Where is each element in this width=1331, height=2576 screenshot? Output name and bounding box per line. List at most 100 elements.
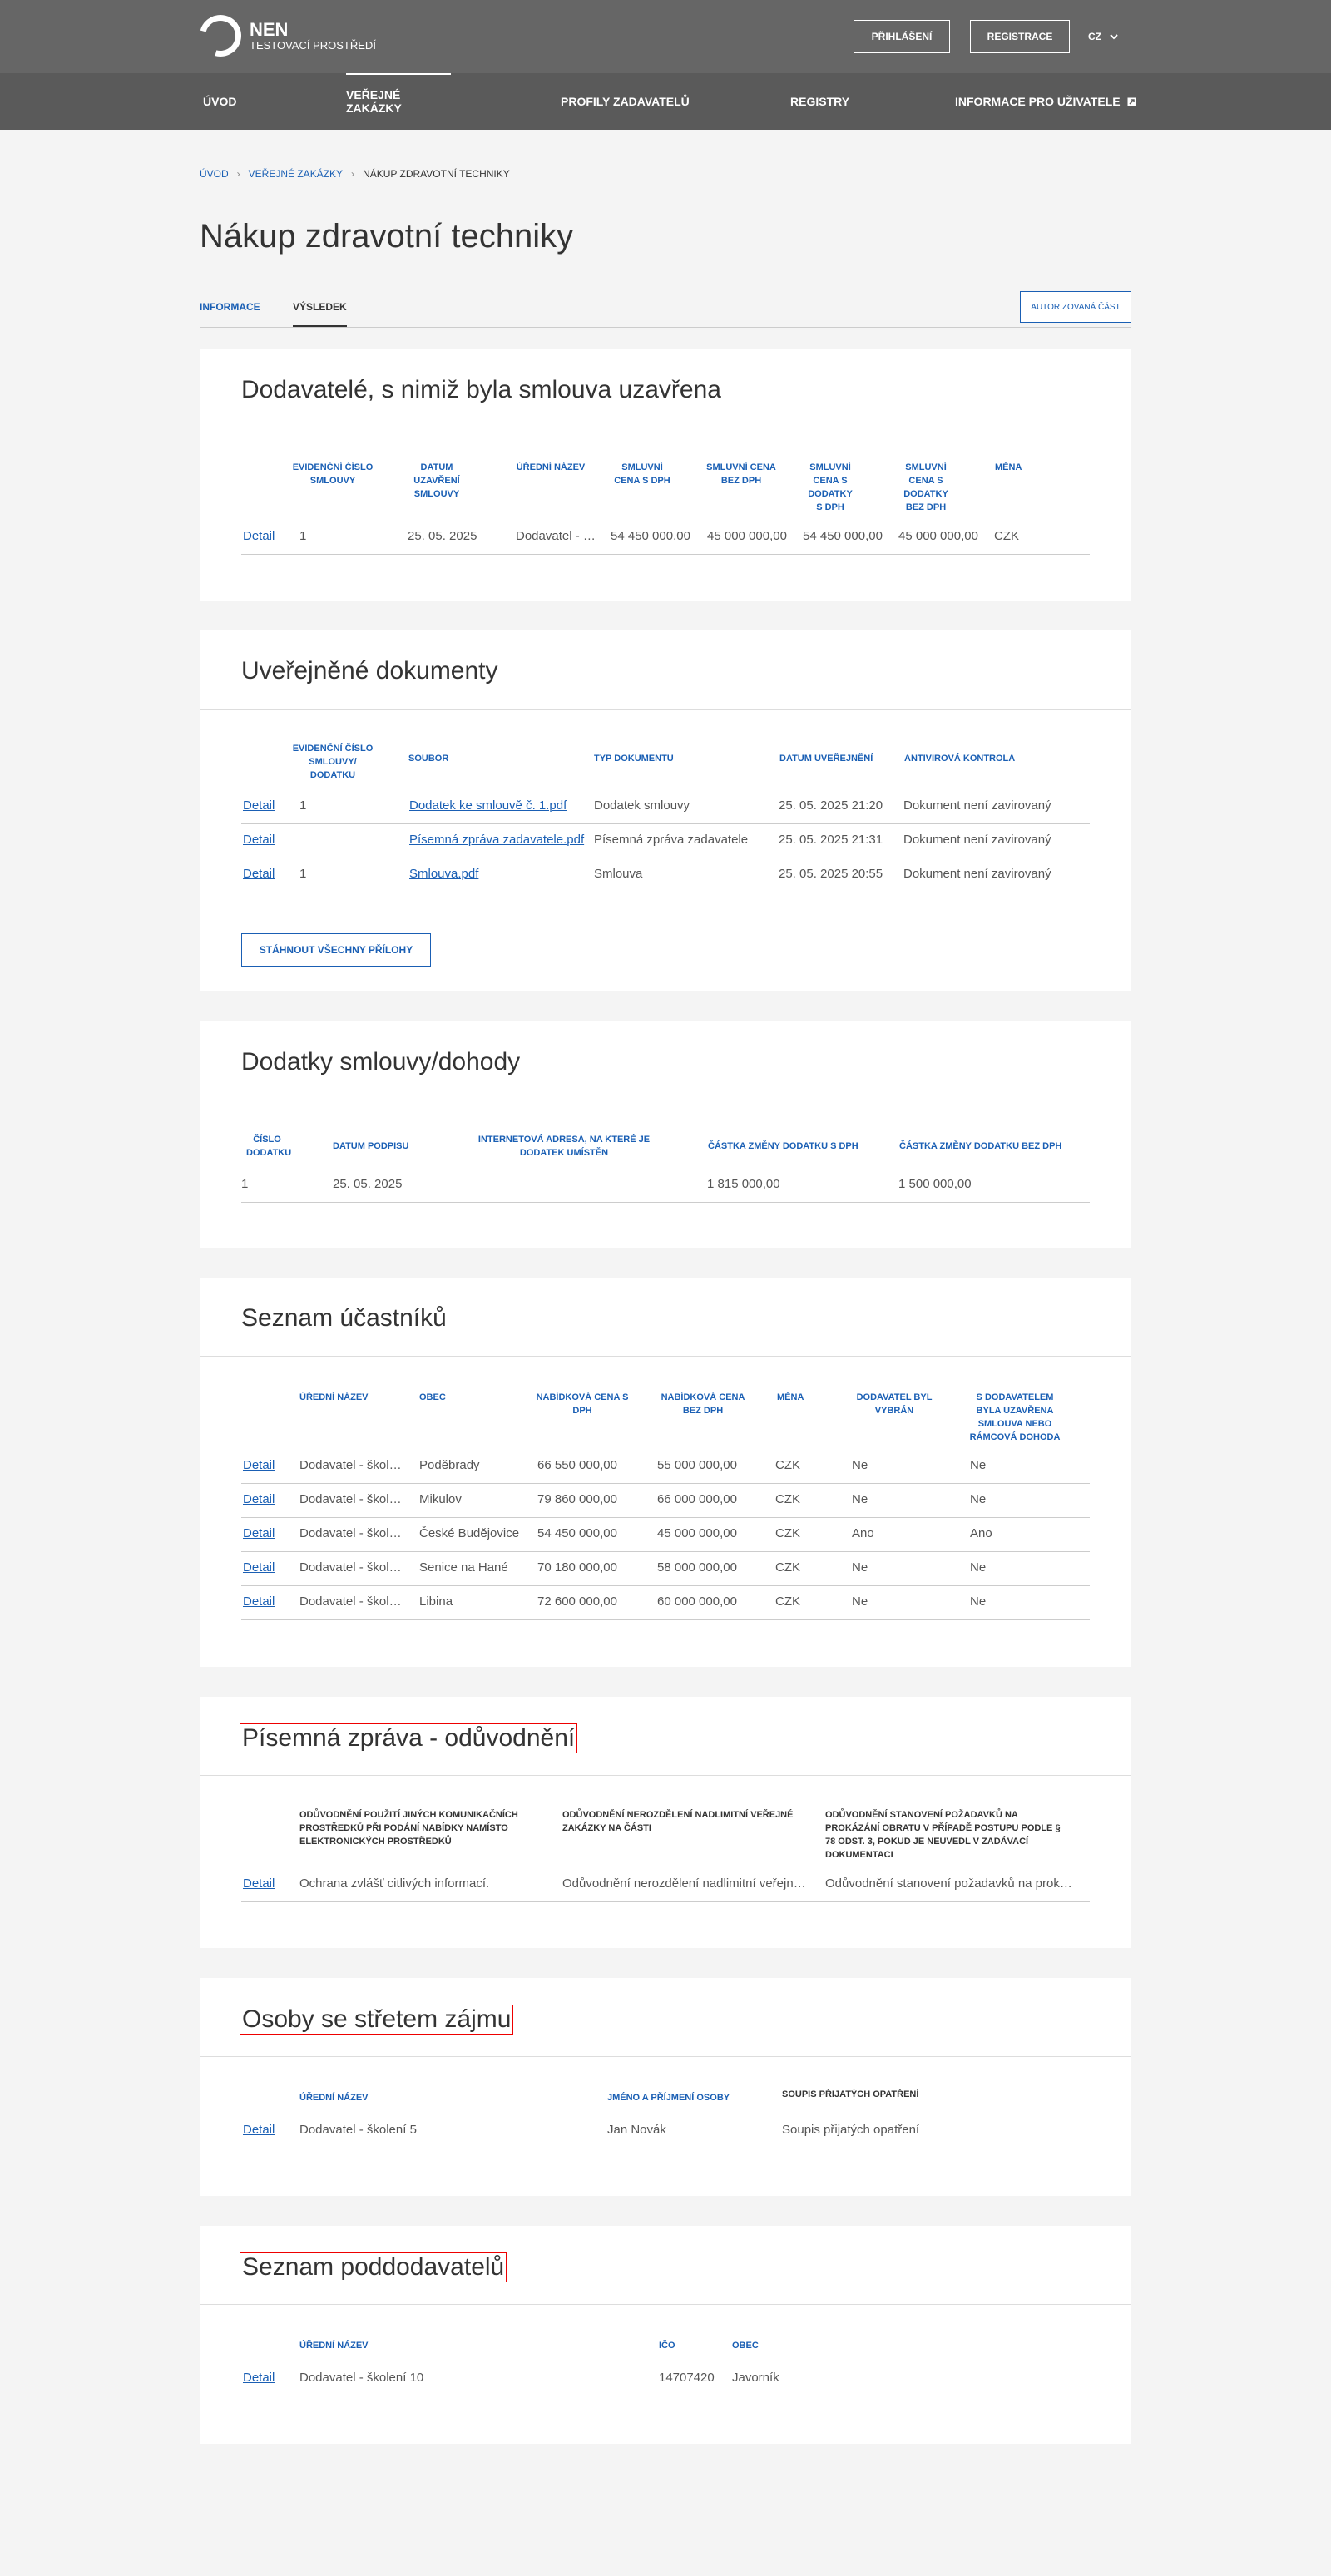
row-divider (241, 1619, 1090, 1620)
table-cell: 1 (241, 1177, 249, 1191)
amendments-section: Dodatky smlouvy/dohody ČÍSLO DODATKU DAT… (200, 1021, 1131, 1248)
conflict-section: Osoby se střetem zájmu ÚŘEDNÍ NÁZEV JMÉN… (200, 1978, 1131, 2196)
col-header-jmeno: JMÉNO A PŘÍJMENÍ OSOBY (607, 2093, 730, 2103)
col-header-cena-dodatky-s-dph: SMLUVNÍ CENA S DODATKY S DPH (808, 462, 853, 512)
table-cell: 25. 05. 2025 21:31 (779, 833, 883, 847)
file-link[interactable]: Dodatek ke smlouvě č. 1.pdf (409, 799, 589, 813)
col-header-antivir: ANTIVIROVÁ KONTROLA (904, 754, 1016, 764)
authorized-section-button[interactable]: AUTORIZOVANÁ ČÁST (1020, 291, 1131, 323)
login-button[interactable]: PŘIHLÁŠENÍ (854, 20, 950, 53)
participants-title: Seznam účastníků (241, 1304, 447, 1332)
table-cell: 70 180 000,00 (537, 1560, 617, 1575)
table-cell: Ne (852, 1595, 868, 1609)
row-divider (241, 1901, 1090, 1902)
row-divider (241, 1483, 1090, 1484)
table-cell: CZK (775, 1458, 800, 1472)
language-select[interactable]: CZ (1088, 20, 1118, 53)
table-cell: 25. 05. 2025 (408, 529, 477, 543)
col-header-obrat: ODŮVODNĚNÍ STANOVENÍ POŽADAVKŮ NA PROKÁZ… (825, 1810, 1061, 1860)
table-cell: Písemná zpráva zadavatele (594, 833, 749, 847)
nav-item-verejne-zakazky[interactable]: VEŘEJNÉ ZAKÁZKY (346, 73, 451, 130)
table-cell: Dodavatel - školení 3 (299, 1560, 406, 1575)
col-header-mena: MĚNA (995, 462, 1022, 472)
col-header-cena-s-dph: NABÍDKOVÁ CENA S DPH (536, 1392, 629, 1416)
nav-item-profily-zadavatelu[interactable]: PROFILY ZADAVATELŮ (561, 73, 690, 130)
documents-title: Uveřejněné dokumenty (241, 657, 498, 685)
table-cell: Poděbrady (419, 1458, 480, 1472)
detail-link[interactable]: Detail (243, 1560, 275, 1575)
documents-section: Uveřejněné dokumenty EVIDENČNÍ ČÍSLO SML… (200, 630, 1131, 991)
table-cell: Ne (852, 1458, 868, 1472)
tab-informace[interactable]: INFORMACE (200, 301, 260, 313)
nen-logo[interactable]: NEN TESTOVACÍ PROSTŘEDÍ (191, 7, 376, 65)
table-cell: 79 860 000,00 (537, 1492, 617, 1506)
table-cell: Soupis přijatých opatření (782, 2123, 920, 2137)
table-cell: 1 (299, 867, 307, 881)
tab-vysledek[interactable]: VÝSLEDEK (293, 301, 347, 327)
amendments-title: Dodatky smlouvy/dohody (241, 1048, 521, 1075)
detail-link[interactable]: Detail (243, 833, 275, 847)
contracts-section: Dodavatelé, s nimiž byla smlouva uzavřen… (200, 349, 1131, 601)
tab-bar: INFORMACE VÝSLEDEK AUTORIZOVANÁ ČÁST (200, 291, 1131, 328)
detail-link[interactable]: Detail (243, 1876, 275, 1891)
col-header-vybran: DODAVATEL BYL VYBRÁN (856, 1392, 933, 1416)
col-header-datum: DATUM UZAVŘENÍ SMLOUVY (413, 462, 460, 499)
participants-section: Seznam účastníků ÚŘEDNÍ NÁZEV OBEC NABÍD… (200, 1278, 1131, 1667)
detail-link[interactable]: Detail (243, 1492, 275, 1506)
col-header-datum: DATUM UVEŘEJNĚNÍ (779, 754, 873, 764)
table-cell: Dodavatel - školení 5 (299, 2123, 417, 2137)
table-cell: Dodavatel - školení 10 (299, 2371, 424, 2385)
col-header-nazev: ÚŘEDNÍ NÁZEV (299, 2341, 369, 2351)
file-link[interactable]: Smlouva.pdf (409, 867, 589, 881)
col-header-soupis: SOUPIS PŘIJATÝCH OPATŘENÍ (782, 2089, 919, 2099)
table-cell: Smlouva (594, 867, 643, 881)
breadcrumb-verejne-zakazky[interactable]: VEŘEJNÉ ZAKÁZKY (249, 168, 343, 180)
table-cell: 25. 05. 2025 20:55 (779, 867, 883, 881)
row-divider (241, 554, 1090, 555)
top-bar: NEN TESTOVACÍ PROSTŘEDÍ PŘIHLÁŠENÍ REGIS… (0, 0, 1331, 73)
table-cell: 55 000 000,00 (657, 1458, 737, 1472)
breadcrumb-separator-icon: › (236, 168, 240, 180)
table-cell: České Budějovice (419, 1526, 520, 1540)
file-link[interactable]: Písemná zpráva zadavatele.pdf (409, 833, 589, 847)
section-divider (200, 1356, 1131, 1357)
detail-link[interactable]: Detail (243, 799, 275, 813)
detail-link[interactable]: Detail (243, 2123, 275, 2137)
col-header-castka-s-dph: ČÁSTKA ZMĚNY DODATKU S DPH (708, 1141, 858, 1151)
col-header-cena-bez-dph: NABÍDKOVÁ CENA BEZ DPH (661, 1392, 745, 1416)
justification-section: Písemná zpráva - odůvodnění ODŮVODNĚNÍ P… (200, 1697, 1131, 1948)
nav-item-uvod[interactable]: ÚVOD (203, 73, 236, 130)
detail-link[interactable]: Detail (243, 1458, 275, 1472)
table-cell: 54 450 000,00 (537, 1526, 617, 1540)
table-cell: 25. 05. 2025 21:20 (779, 799, 883, 813)
table-cell: Ano (852, 1526, 874, 1540)
col-header-cena-bez-dph: SMLUVNÍ CENA BEZ DPH (706, 462, 776, 486)
detail-link[interactable]: Detail (243, 529, 275, 543)
section-divider (200, 709, 1131, 710)
nav-item-registry[interactable]: REGISTRY (790, 73, 849, 130)
table-cell: 1 (299, 799, 307, 813)
register-button[interactable]: REGISTRACE (970, 20, 1070, 53)
table-cell: 45 000 000,00 (898, 529, 978, 543)
detail-link[interactable]: Detail (243, 867, 275, 881)
breadcrumb-separator-icon: › (351, 168, 355, 180)
download-all-button[interactable]: STÁHNOUT VŠECHNY PŘÍLOHY (241, 933, 431, 967)
col-header-komunikace: ODŮVODNĚNÍ POUŽITÍ JINÝCH KOMUNIKAČNÍCH … (299, 1810, 518, 1847)
detail-link[interactable]: Detail (243, 1595, 275, 1609)
nav-item-informace[interactable]: INFORMACE PRO UŽIVATELE (955, 73, 1136, 130)
detail-link[interactable]: Detail (243, 1526, 275, 1540)
table-cell: Odůvodnění nerozdělení nadlimitní veřejn… (562, 1876, 812, 1891)
table-cell: Dodavatel - školení 1 (299, 1458, 406, 1472)
table-cell: Dodavatel - školení 4 (299, 1595, 406, 1609)
col-header-cena-s-dph: SMLUVNÍ CENA S DPH (614, 462, 670, 486)
detail-link[interactable]: Detail (243, 2371, 275, 2385)
table-cell: Dokument není zavirovaný (903, 833, 1051, 847)
breadcrumb-uvod[interactable]: ÚVOD (200, 168, 229, 180)
row-divider (241, 1551, 1090, 1552)
row-divider (241, 1585, 1090, 1586)
conflict-title: Osoby se střetem zájmu (240, 2005, 514, 2035)
nen-logo-icon (191, 7, 250, 65)
table-cell: Ano (970, 1526, 992, 1540)
table-cell: Ne (852, 1492, 868, 1506)
table-cell: Ne (852, 1560, 868, 1575)
